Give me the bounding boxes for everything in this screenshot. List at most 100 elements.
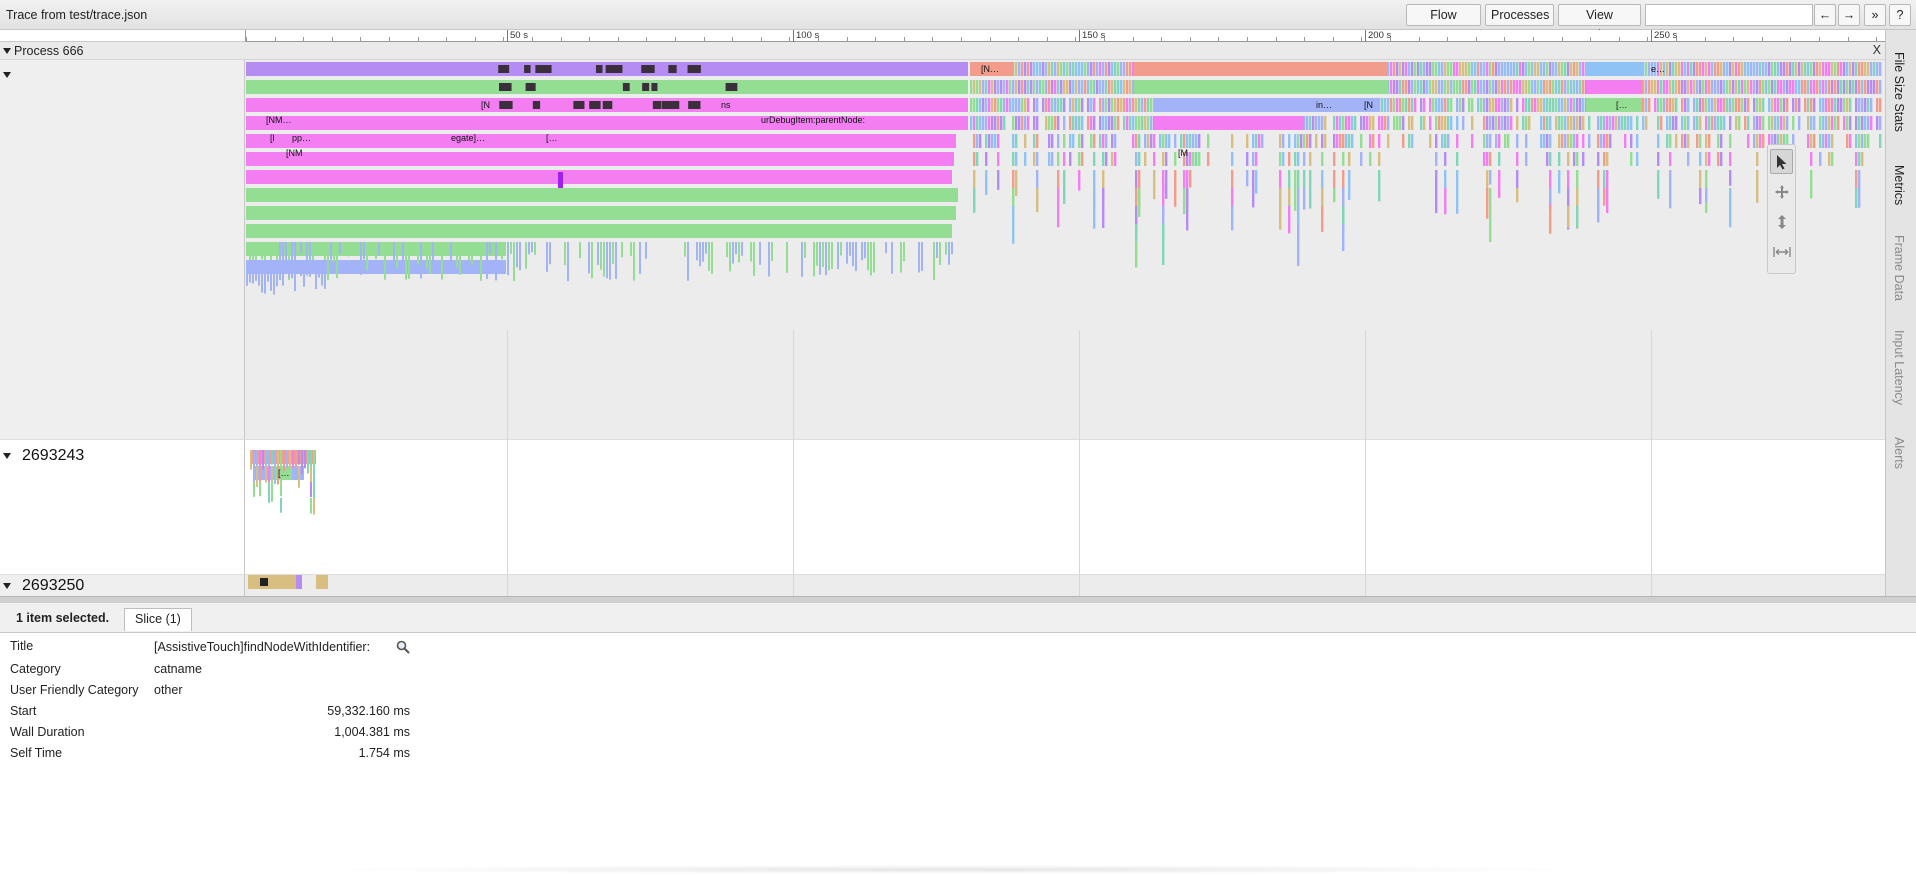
ruler-minor-tick (1618, 37, 1620, 41)
search-prev-button[interactable]: ← (1814, 4, 1836, 26)
flow-events-button[interactable]: Flow events (1406, 4, 1481, 42)
ruler-minor-tick (1161, 37, 1163, 41)
slice-label[interactable]: [… (1616, 100, 1628, 110)
track-header: 2693243 (0, 440, 245, 575)
slice-label[interactable]: [N (481, 100, 490, 110)
ruler-minor-tick (1590, 37, 1592, 41)
pan-icon[interactable] (1770, 179, 1793, 204)
view-options-button[interactable]: View Options (1558, 4, 1641, 42)
help-button[interactable]: ? (1889, 4, 1911, 26)
gridline (507, 330, 508, 439)
tab-slice[interactable]: Slice (1) (124, 608, 192, 631)
search-next-button[interactable]: → (1838, 4, 1860, 26)
collapse-triangle-icon[interactable] (3, 48, 11, 54)
ruler-minor-tick (1218, 37, 1220, 41)
thread-label: 2693243 (22, 447, 85, 464)
ruler-minor-tick (732, 37, 734, 41)
time-ruler[interactable]: 50 s 100 s 150 s 200 s 250 s (245, 30, 1885, 42)
flame-chart-2693243[interactable]: [… (246, 440, 1884, 578)
flame-chart-main[interactable]: [N… ns [N urDebugItem:parentNode: [NM… [l pp… e… (246, 60, 1884, 442)
tab-metrics[interactable]: Metrics (1892, 165, 1906, 205)
prop-label-start: Start (10, 704, 37, 718)
ruler-minor-tick (360, 37, 362, 41)
slice-label[interactable]: e… (1651, 64, 1665, 74)
gridline (793, 330, 794, 439)
ruler-minor-tick (932, 37, 934, 41)
ruler-minor-tick (303, 37, 305, 41)
ruler-minor-tick (1332, 37, 1334, 41)
ruler-minor-tick (1647, 37, 1649, 41)
expand-triangle-icon[interactable] (3, 583, 11, 589)
ruler-minor-tick (1847, 37, 1849, 41)
ruler-tick-label: 250 s (1654, 30, 1678, 41)
slice-label[interactable]: [NM (286, 148, 303, 158)
gridline (1651, 439, 1652, 596)
slice-label[interactable]: [NM… (266, 115, 292, 125)
slice-label[interactable]: [l (270, 133, 275, 143)
gridline (507, 439, 508, 596)
ruler-tick (507, 30, 508, 42)
tab-file-size-stats[interactable]: File Size Stats (1892, 52, 1906, 132)
slice-label[interactable]: in… (1316, 100, 1332, 110)
gridline (1079, 439, 1080, 596)
prop-value-wall-duration: 1,004.381 ms (334, 725, 410, 739)
slice-label[interactable]: pp… (292, 133, 311, 143)
mouse-mode-selector[interactable] (1767, 144, 1796, 274)
slice-label[interactable]: [N (1364, 100, 1373, 110)
ruler-minor-tick (1561, 37, 1563, 41)
ruler-tick (793, 30, 794, 42)
ruler-tick-label: 100 s (796, 30, 820, 41)
expand-triangle-icon[interactable] (3, 453, 11, 459)
gridline (1651, 330, 1652, 439)
slice-label[interactable]: egate]… (451, 133, 485, 143)
trace-title: Trace from test/trace.json (6, 8, 148, 22)
zoom-icon[interactable] (1770, 209, 1793, 234)
ruler-minor-tick (1733, 37, 1735, 41)
ruler-minor-tick (1275, 37, 1277, 41)
close-process-button[interactable]: X (1873, 43, 1881, 57)
ruler-minor-tick (417, 37, 419, 41)
slice-label[interactable]: [… (278, 468, 290, 478)
gridline (1079, 330, 1080, 439)
ruler-minor-tick (1390, 37, 1391, 41)
ruler-minor-tick (246, 37, 247, 41)
pane-resize-divider[interactable] (0, 596, 1916, 603)
slice-label[interactable]: urDebugItem:parentNode: (761, 115, 865, 125)
slice-label[interactable]: ns (721, 100, 731, 110)
ruler-minor-tick (675, 37, 676, 41)
selection-count: 1 item selected. (16, 611, 110, 625)
ruler-minor-tick (961, 37, 962, 41)
timing-icon[interactable] (1770, 239, 1793, 264)
prop-value-category: catname (154, 662, 202, 676)
tab-input-latency[interactable]: Input Latency (1892, 330, 1906, 405)
search-input[interactable] (1645, 4, 1813, 26)
gridline (793, 439, 794, 596)
processes-button[interactable]: Processes (1485, 4, 1554, 26)
prop-value-self-time: 1.754 ms (358, 746, 410, 760)
expand-triangle-icon[interactable] (3, 72, 11, 78)
ruler-minor-tick (703, 37, 705, 41)
ruler-minor-tick (474, 37, 476, 41)
ruler-minor-tick (1790, 37, 1792, 41)
slice-label[interactable]: [N… (981, 64, 999, 74)
ruler-minor-tick (1819, 37, 1820, 41)
ruler-minor-tick (1475, 37, 1477, 41)
collapse-sidebar-button[interactable]: » (1864, 4, 1886, 26)
top-toolbar: Trace from test/trace.json Flow events P… (0, 0, 1916, 42)
slice-label[interactable]: [M (1178, 148, 1188, 158)
tab-alerts[interactable]: Alerts (1892, 437, 1906, 469)
ruler-tick (1651, 30, 1652, 42)
slice-label[interactable]: [… (546, 133, 558, 143)
select-icon[interactable] (1770, 149, 1793, 174)
ruler-minor-tick (903, 37, 905, 41)
tab-frame-data[interactable]: Frame Data (1892, 235, 1906, 301)
ruler-minor-tick (1046, 37, 1048, 41)
magnifier-icon[interactable] (396, 640, 410, 657)
ruler-minor-tick (989, 37, 991, 41)
ruler-minor-tick (1132, 37, 1134, 41)
process-header[interactable]: Process 666 X (0, 42, 1885, 60)
prop-label-wall-duration: Wall Duration (10, 725, 85, 739)
pane-shadow (300, 865, 1600, 874)
details-tab-bar: 1 item selected. Slice (1) (0, 603, 1916, 633)
ruler-tick-label: 50 s (510, 30, 528, 41)
